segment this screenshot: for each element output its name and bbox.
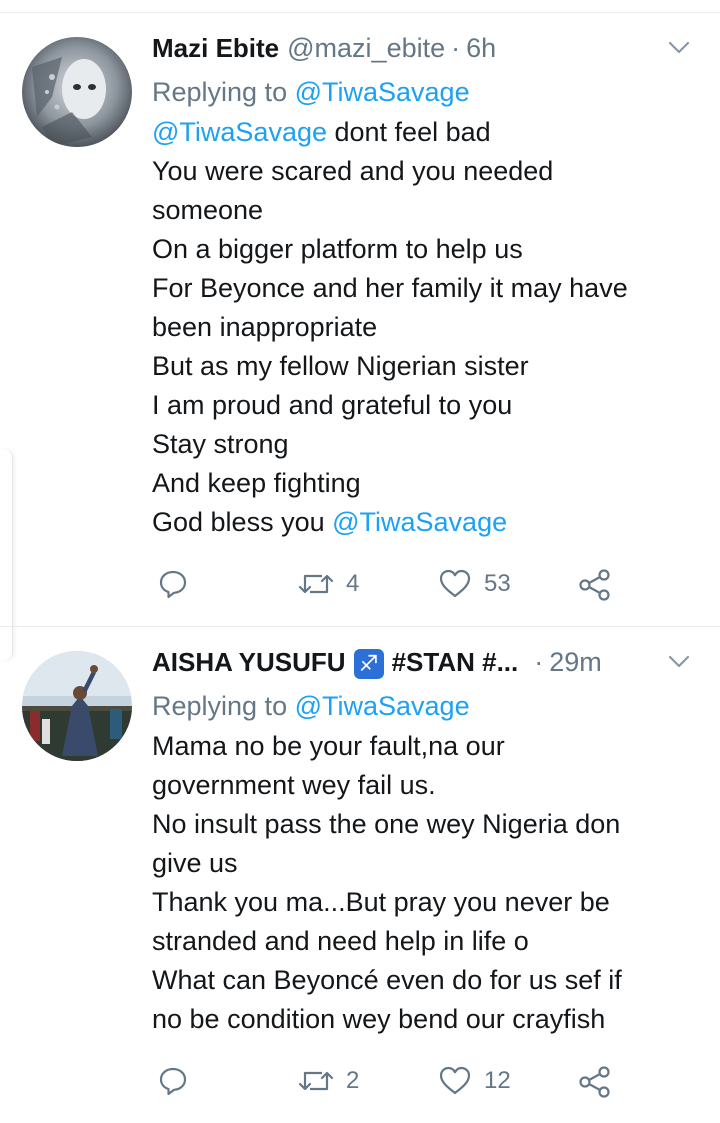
tweet-text: Mama no be your fault,na our government … (152, 727, 696, 1039)
tweet-line: give us (152, 848, 238, 878)
replying-to-label: Replying to (152, 77, 295, 107)
tweet-line: No insult pass the one wey Nigeria don (152, 809, 621, 839)
heart-icon (439, 1066, 471, 1095)
like-button[interactable]: 12 (438, 1065, 511, 1097)
retweet-button[interactable]: 2 (298, 1065, 359, 1097)
retweet-count: 2 (346, 1067, 360, 1094)
mention-link[interactable]: @TiwaSavage (332, 507, 507, 537)
separator-dot: · (451, 33, 461, 63)
tweet-line: government wey fail us. (152, 770, 436, 800)
tweet-line: Mama no be your fault,na our (152, 731, 505, 761)
like-count: 53 (484, 570, 511, 597)
timestamp[interactable]: 29m (549, 647, 602, 678)
retweet-icon (298, 1071, 334, 1091)
tweet-line-text: dont feel bad (327, 117, 491, 147)
user-handle[interactable]: @mazi_ebite (287, 33, 445, 64)
tweet-text: @TiwaSavage dont feel bad You were scare… (152, 113, 696, 542)
like-count: 12 (484, 1067, 511, 1094)
reply-mention-link[interactable]: @TiwaSavage (295, 77, 470, 107)
reply-button[interactable] (157, 1065, 189, 1097)
display-name[interactable]: AISHA YUSUFU (152, 647, 346, 678)
heart-icon (439, 569, 471, 598)
display-name-suffix: #STAN #... (391, 647, 519, 677)
avatar[interactable] (22, 37, 132, 147)
action-bar: 4 53 (0, 568, 720, 608)
reply-mention-link[interactable]: @TiwaSavage (295, 691, 470, 721)
avatar[interactable] (22, 651, 132, 761)
tweet[interactable]: Mazi Ebite @mazi_ebite · 6h Replying to … (0, 13, 720, 627)
tweet-line: For Beyonce and her family it may have (152, 273, 628, 303)
reply-icon (159, 570, 187, 599)
tweet-line: no be condition wey bend our crayfish (152, 1004, 606, 1034)
tweet-line: someone (152, 195, 264, 225)
share-button[interactable] (578, 568, 612, 602)
tweet-line: God bless you @TiwaSavage (152, 503, 696, 542)
tweet-line: Stay strong (152, 429, 289, 459)
chevron-down-icon[interactable] (668, 655, 690, 669)
tweet-line: But as my fellow Nigerian sister (152, 351, 529, 381)
tweet[interactable]: AISHA YUSUFU ♐ #STAN #... · 29m Replying… (0, 627, 720, 1123)
tweet-line: @TiwaSavage dont feel bad (152, 113, 696, 152)
replying-to-label: Replying to (152, 691, 295, 721)
replying-to: Replying to @TiwaSavage (152, 687, 696, 725)
share-icon (579, 569, 610, 601)
tweet-header: AISHA YUSUFU ♐ #STAN #... · 29m (152, 647, 696, 683)
reply-icon (159, 1067, 187, 1096)
chevron-down-icon[interactable] (668, 41, 690, 55)
tweet-line: And keep fighting (152, 468, 361, 498)
reply-button[interactable] (157, 568, 189, 600)
mention-link[interactable]: @TiwaSavage (152, 117, 327, 147)
tweet-line: I am proud and grateful to you (152, 390, 513, 420)
retweet-button[interactable]: 4 (298, 568, 359, 600)
separator-dot: · (534, 647, 544, 677)
tweet-line: You were scared and you needed (152, 156, 554, 186)
tweet-line: been inappropriate (152, 312, 378, 342)
like-button[interactable]: 53 (438, 568, 511, 600)
action-bar: 2 12 (0, 1065, 720, 1105)
tweet-line: stranded and need help in life o (152, 926, 529, 956)
retweet-count: 4 (346, 570, 360, 597)
timestamp[interactable]: 6h (466, 33, 496, 64)
sagittarius-icon: ♐ (353, 649, 384, 679)
share-icon (579, 1066, 610, 1098)
tweet-line: Thank you ma...But pray you never be (152, 887, 610, 917)
share-button[interactable] (578, 1065, 612, 1099)
tweet-line: What can Beyoncé even do for us sef if (152, 965, 622, 995)
display-name[interactable]: Mazi Ebite (152, 33, 279, 64)
tweet-line: On a bigger platform to help us (152, 234, 523, 264)
tweet-line-text: God bless you (152, 507, 333, 537)
tweet-header: Mazi Ebite @mazi_ebite · 6h (152, 33, 696, 69)
retweet-icon (298, 574, 334, 594)
replying-to: Replying to @TiwaSavage (152, 73, 696, 111)
